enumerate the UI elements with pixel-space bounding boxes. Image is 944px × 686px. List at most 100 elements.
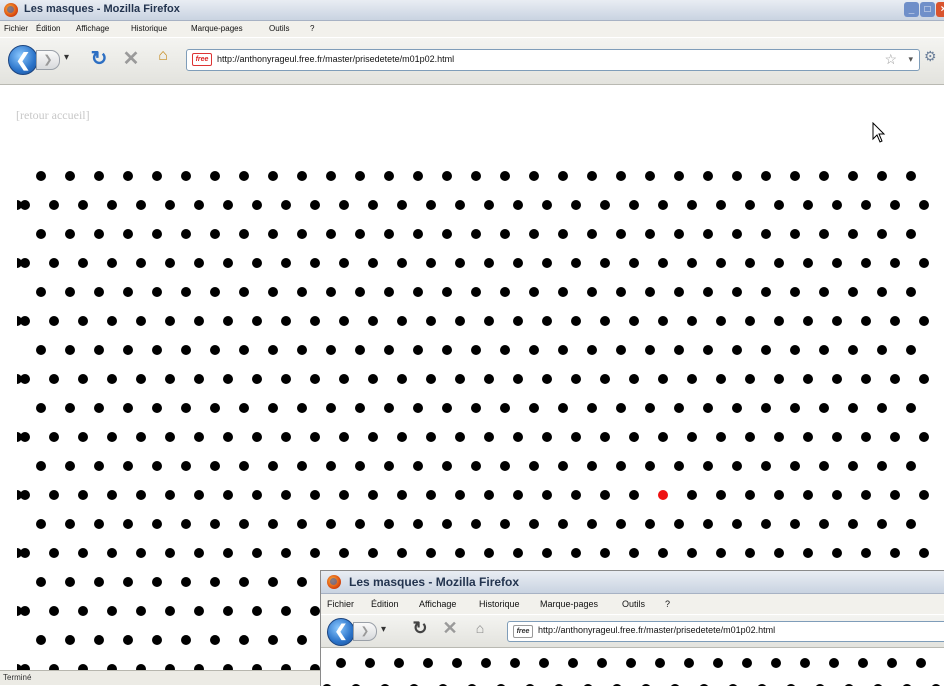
dot	[587, 519, 597, 529]
dot	[716, 432, 726, 442]
dot	[181, 345, 191, 355]
dot	[674, 461, 684, 471]
dot	[906, 345, 916, 355]
dot	[297, 229, 307, 239]
dot	[455, 490, 465, 500]
dot	[500, 461, 510, 471]
dot	[674, 519, 684, 529]
dot	[861, 432, 871, 442]
dot	[268, 635, 278, 645]
dot	[210, 461, 220, 471]
dot	[629, 200, 639, 210]
dot	[223, 432, 233, 442]
dot	[239, 287, 249, 297]
dot	[571, 258, 581, 268]
dot	[571, 432, 581, 442]
dot	[78, 432, 88, 442]
dot	[123, 229, 133, 239]
dot	[558, 229, 568, 239]
dot	[413, 229, 423, 239]
overlay-browser-window: Les masques - Mozilla Firefox Fichier Éd…	[320, 570, 944, 686]
dot	[397, 432, 407, 442]
dot	[513, 432, 523, 442]
dot	[368, 548, 378, 558]
dot	[800, 658, 810, 668]
dot	[455, 374, 465, 384]
dot	[500, 403, 510, 413]
dot	[906, 287, 916, 297]
dot	[716, 258, 726, 268]
dot	[645, 403, 655, 413]
dot	[123, 171, 133, 181]
dot	[78, 606, 88, 616]
dot	[732, 461, 742, 471]
dot	[455, 316, 465, 326]
dot	[774, 432, 784, 442]
dot	[471, 345, 481, 355]
dot	[848, 229, 858, 239]
dot	[36, 171, 46, 181]
dot	[36, 461, 46, 471]
dot	[529, 171, 539, 181]
highlighted-dot	[658, 490, 668, 500]
dot	[268, 403, 278, 413]
dot	[687, 548, 697, 558]
dot	[877, 171, 887, 181]
dot	[326, 287, 336, 297]
dot	[745, 316, 755, 326]
dot	[397, 316, 407, 326]
dot	[616, 461, 626, 471]
dot	[819, 519, 829, 529]
dot	[252, 374, 262, 384]
dot	[384, 345, 394, 355]
dot	[152, 635, 162, 645]
dot	[384, 461, 394, 471]
dot	[600, 374, 610, 384]
dot	[732, 345, 742, 355]
dot	[571, 548, 581, 558]
dot	[442, 229, 452, 239]
dot	[268, 229, 278, 239]
dot	[152, 461, 162, 471]
dot	[210, 635, 220, 645]
dot	[542, 490, 552, 500]
dot	[281, 258, 291, 268]
dot	[194, 258, 204, 268]
dot	[152, 577, 162, 587]
dot	[223, 548, 233, 558]
dot	[355, 171, 365, 181]
dot	[687, 316, 697, 326]
dot	[123, 577, 133, 587]
dot	[510, 658, 520, 668]
dot	[426, 316, 436, 326]
dot	[571, 200, 581, 210]
dot	[803, 374, 813, 384]
dot	[832, 200, 842, 210]
dot	[906, 519, 916, 529]
dot	[848, 403, 858, 413]
dot	[658, 374, 668, 384]
dot	[513, 258, 523, 268]
dot	[629, 258, 639, 268]
dot	[123, 635, 133, 645]
dot	[210, 229, 220, 239]
dot	[684, 658, 694, 668]
dot	[394, 658, 404, 668]
dot	[890, 258, 900, 268]
dot	[906, 171, 916, 181]
dot	[658, 258, 668, 268]
dot	[629, 316, 639, 326]
dot	[310, 258, 320, 268]
dot	[471, 403, 481, 413]
dot	[397, 258, 407, 268]
dot	[94, 519, 104, 529]
dot	[713, 658, 723, 668]
dot	[65, 635, 75, 645]
dot	[761, 461, 771, 471]
dot	[732, 403, 742, 413]
dot	[194, 374, 204, 384]
dot	[136, 490, 146, 500]
dot	[645, 345, 655, 355]
dot	[745, 432, 755, 442]
dot	[919, 490, 929, 500]
